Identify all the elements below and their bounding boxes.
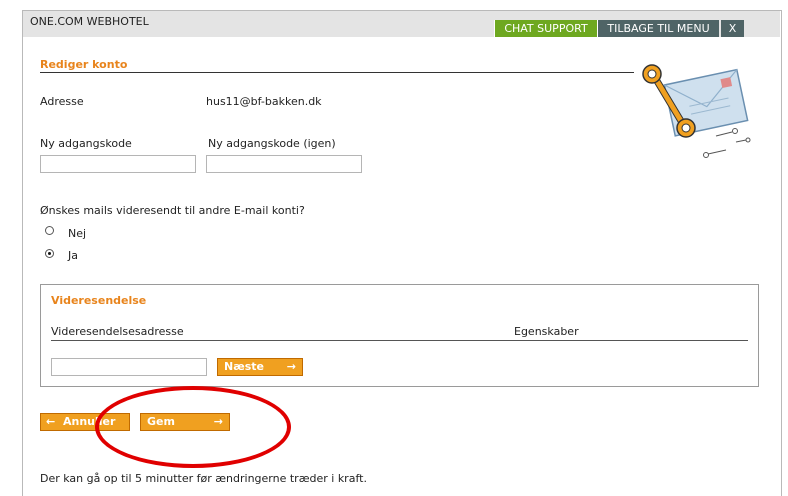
section-title: Rediger konto xyxy=(40,58,128,71)
radio-ja[interactable] xyxy=(45,249,54,258)
new-password-field[interactable] xyxy=(40,155,196,173)
forward-question: Ønskes mails videresendt til andre E-mai… xyxy=(40,204,305,217)
section-divider xyxy=(40,72,634,73)
repeat-password-field[interactable] xyxy=(206,155,362,173)
arrow-right-icon: → xyxy=(213,415,223,428)
cancel-button-label: Annuller xyxy=(63,415,116,428)
arrow-right-icon: → xyxy=(286,360,296,373)
forwarding-address-header: Videresendelsesadresse xyxy=(51,325,184,338)
address-label: Adresse xyxy=(40,95,84,108)
radio-ja-label: Ja xyxy=(68,249,78,262)
forwarding-address-input[interactable] xyxy=(51,358,207,376)
new-password-label: Ny adgangskode xyxy=(40,137,132,150)
forwarding-title: Videresendelse xyxy=(51,294,147,307)
radio-nej[interactable] xyxy=(45,226,54,235)
save-button-label: Gem xyxy=(147,415,175,428)
save-button[interactable]: Gem → xyxy=(140,413,230,431)
repeat-password-label: Ny adgangskode (igen) xyxy=(208,137,336,150)
radio-nej-label: Nej xyxy=(68,227,87,240)
forwarding-divider xyxy=(51,340,748,341)
forwarding-properties-header: Egenskaber xyxy=(514,325,579,338)
chat-support-button[interactable]: CHAT SUPPORT xyxy=(494,20,598,37)
envelope-with-key-icon xyxy=(642,64,751,158)
cancel-button[interactable]: ← Annuller xyxy=(40,413,130,431)
footer-note: Der kan gå op til 5 minutter før ændring… xyxy=(40,472,367,485)
next-button[interactable]: Næste → xyxy=(217,358,303,376)
close-button[interactable]: X xyxy=(721,20,744,37)
back-to-menu-button[interactable]: TILBAGE TIL MENU xyxy=(598,20,719,37)
address-value: hus11@bf-bakken.dk xyxy=(206,95,322,108)
arrow-left-icon: ← xyxy=(46,415,56,428)
app-title: ONE.COM WEBHOTEL xyxy=(30,15,149,28)
next-button-label: Næste xyxy=(224,360,264,373)
